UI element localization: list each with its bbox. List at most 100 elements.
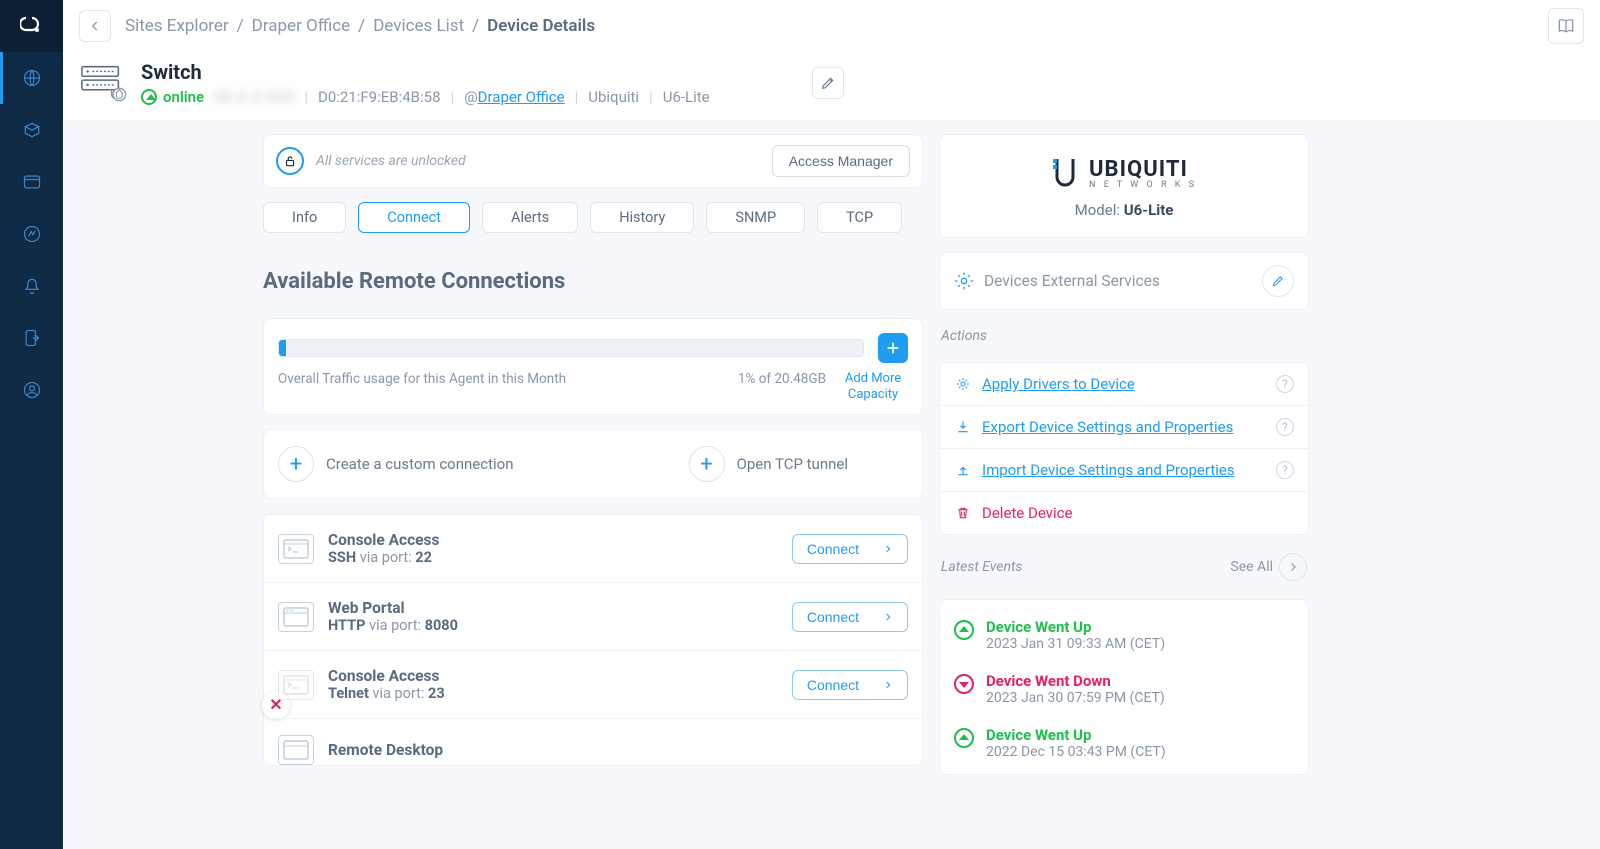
- connection-title: Console Access: [328, 531, 439, 549]
- connection-row: Console Access SSH via port: 22 Connect: [264, 514, 922, 582]
- events-list: Device Went Up 2023 Jan 31 09:33 AM (CET…: [939, 599, 1309, 775]
- sidebar: [0, 0, 63, 849]
- tab-tcp[interactable]: TCP: [817, 202, 902, 233]
- device-title: Switch: [141, 60, 710, 84]
- crumb-3: Device Details: [487, 16, 595, 36]
- external-services-label: Devices External Services: [984, 272, 1252, 290]
- connection-title: Remote Desktop: [328, 741, 443, 759]
- event-title: Device Went Down: [986, 672, 1165, 690]
- nav-inventory-icon[interactable]: [0, 104, 63, 156]
- pencil-icon: [820, 75, 836, 91]
- help-button[interactable]: [1548, 8, 1584, 44]
- event-row: Device Went Down 2023 Jan 30 07:59 PM (C…: [940, 662, 1308, 716]
- unlock-icon: [276, 147, 304, 175]
- event-row: Device Went Up 2022 Dec 15 03:43 PM (CET…: [940, 716, 1308, 770]
- see-all-events[interactable]: See All: [1230, 559, 1273, 575]
- tab-connect[interactable]: Connect: [358, 202, 470, 233]
- edit-external-services-button[interactable]: [1262, 265, 1294, 297]
- connection-sub: HTTP via port: 8080: [328, 617, 458, 634]
- quick-actions: + Create a custom connection + Open TCP …: [263, 429, 923, 499]
- add-capacity-button[interactable]: [878, 333, 908, 363]
- tab-snmp[interactable]: SNMP: [706, 202, 805, 233]
- event-row: Device Went Up 2023 Jan 31 09:33 AM (CET…: [940, 608, 1308, 662]
- back-button[interactable]: [79, 10, 111, 42]
- device-type-icon: [79, 63, 127, 103]
- terminal-icon: [278, 670, 314, 700]
- device-site[interactable]: @Draper Office: [464, 88, 564, 106]
- action-delete-device[interactable]: Delete Device: [940, 492, 1308, 534]
- connection-title: Console Access: [328, 667, 445, 685]
- help-icon[interactable]: ?: [1276, 418, 1294, 436]
- device-vendor: Ubiquiti: [588, 88, 639, 106]
- action-apply-drivers[interactable]: Apply Drivers to Device ?: [940, 363, 1308, 406]
- nav-export-icon[interactable]: [0, 312, 63, 364]
- actions-list: Apply Drivers to Device ? Export Device …: [939, 362, 1309, 535]
- see-all-chevron[interactable]: [1279, 553, 1307, 581]
- open-tcp-tunnel[interactable]: + Open TCP tunnel: [689, 446, 848, 482]
- action-import-settings[interactable]: Import Device Settings and Properties ?: [940, 449, 1308, 492]
- upload-icon: [954, 462, 972, 478]
- tab-info[interactable]: Info: [263, 202, 346, 233]
- device-model: U6-Lite: [663, 88, 710, 106]
- create-custom-connection[interactable]: + Create a custom connection: [278, 446, 514, 482]
- action-export-settings[interactable]: Export Device Settings and Properties ?: [940, 406, 1308, 449]
- nav-monitor-icon[interactable]: [0, 208, 63, 260]
- connection-row: ✕ Console Access Telnet via port: 23 Con…: [264, 650, 922, 718]
- nav-sites-icon[interactable]: [0, 52, 63, 104]
- event-title: Device Went Up: [986, 618, 1165, 636]
- gear-icon: [954, 376, 972, 392]
- terminal-icon: [278, 534, 314, 564]
- add-capacity-label[interactable]: Add More Capacity: [838, 371, 908, 402]
- event-title: Device Went Up: [986, 726, 1166, 744]
- connection-sub: SSH via port: 22: [328, 549, 439, 566]
- event-time: 2023 Jan 31 09:33 AM (CET): [986, 636, 1165, 652]
- status-up-icon: [141, 89, 157, 105]
- section-title: Available Remote Connections: [263, 247, 923, 304]
- event-down-icon: [954, 674, 974, 694]
- connect-button[interactable]: Connect: [792, 602, 908, 632]
- device-mac: D0:21:F9:EB:4B:58: [318, 88, 441, 106]
- event-time: 2022 Dec 15 03:43 PM (CET): [986, 744, 1166, 760]
- chevron-right-icon: [883, 680, 893, 690]
- chevron-right-icon: [883, 544, 893, 554]
- plus-icon: [885, 340, 901, 356]
- event-up-icon: [954, 728, 974, 748]
- event-up-icon: [954, 620, 974, 640]
- usage-card: Overall Traffic usage for this Agent in …: [263, 318, 923, 415]
- connect-button[interactable]: Connect: [792, 670, 908, 700]
- plus-circle-icon: +: [278, 446, 314, 482]
- actions-heading: Actions: [939, 324, 1309, 348]
- crumb-1[interactable]: Draper Office: [252, 16, 351, 36]
- connection-sub: Telnet via port: 23: [328, 685, 445, 702]
- device-header: Switch online 00 0 0 000 | D0:21:F9:EB:4…: [63, 52, 1600, 120]
- tab-alerts[interactable]: Alerts: [482, 202, 578, 233]
- event-time: 2023 Jan 30 07:59 PM (CET): [986, 690, 1165, 706]
- access-manager-button[interactable]: Access Manager: [772, 145, 910, 177]
- connections-list: Console Access SSH via port: 22 Connect …: [263, 513, 923, 766]
- nav-alerts-icon[interactable]: [0, 260, 63, 312]
- help-icon[interactable]: ?: [1276, 461, 1294, 479]
- nav-dashboard-icon[interactable]: [0, 156, 63, 208]
- unlock-text: All services are unlocked: [316, 153, 760, 169]
- status-indicator: online: [141, 88, 204, 106]
- chevron-right-icon: [883, 612, 893, 622]
- connection-row: Web Portal HTTP via port: 8080 Connect: [264, 582, 922, 650]
- crumb-2[interactable]: Devices List: [373, 16, 464, 36]
- pencil-icon: [1271, 274, 1285, 288]
- crumb-0[interactable]: Sites Explorer: [125, 16, 229, 36]
- browser-icon: [278, 735, 314, 765]
- trash-icon: [954, 505, 972, 521]
- topbar: Sites Explorer/ Draper Office/ Devices L…: [63, 0, 1600, 52]
- device-ip: 00 0 0 000: [214, 88, 294, 106]
- ubiquiti-icon: [1051, 157, 1079, 191]
- help-icon[interactable]: ?: [1276, 375, 1294, 393]
- usage-percent: 1% of 20.48GB: [738, 371, 826, 387]
- app-logo: [0, 0, 63, 52]
- nav-account-icon[interactable]: [0, 364, 63, 416]
- connection-row: Remote Desktop: [264, 718, 922, 765]
- tab-history[interactable]: History: [590, 202, 694, 233]
- vendor-logo: UBIQUITI N E T W O R K S: [1051, 157, 1197, 191]
- vendor-card: UBIQUITI N E T W O R K S Model: U6-Lite: [939, 134, 1309, 238]
- connect-button[interactable]: Connect: [792, 534, 908, 564]
- edit-device-button[interactable]: [812, 67, 844, 99]
